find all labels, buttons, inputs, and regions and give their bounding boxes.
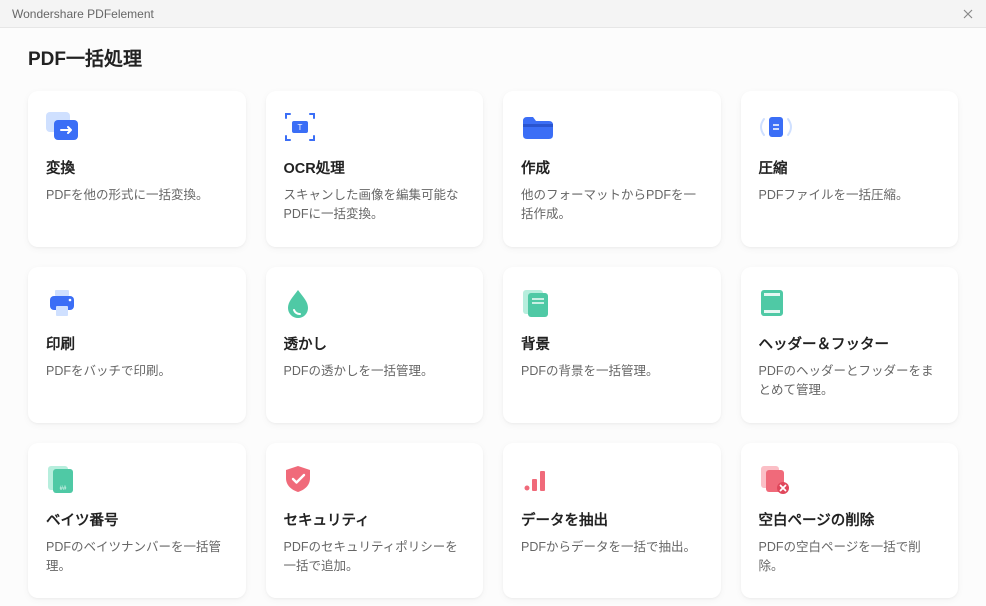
card-security[interactable]: セキュリティ PDFのセキュリティポリシーを一括で追加。 — [266, 443, 484, 599]
card-desc: 他のフォーマットからPDFを一括作成。 — [521, 186, 703, 225]
header-footer-icon — [759, 287, 795, 319]
card-extract[interactable]: データを抽出 PDFからデータを一括で抽出。 — [503, 443, 721, 599]
card-create[interactable]: 作成 他のフォーマットからPDFを一括作成。 — [503, 91, 721, 247]
card-desc: PDFの背景を一括管理。 — [521, 362, 703, 381]
card-title: 作成 — [521, 157, 703, 178]
card-grid: 変換 PDFを他の形式に一括変換。 T OCR処理 スキャンした画像を編集可能な… — [28, 91, 958, 598]
card-watermark[interactable]: 透かし PDFの透かしを一括管理。 — [266, 267, 484, 423]
window-title: Wondershare PDFelement — [12, 7, 154, 21]
card-desc: スキャンした画像を編集可能なPDFに一括変換。 — [284, 186, 466, 225]
card-title: セキュリティ — [284, 509, 466, 530]
card-title: 空白ページの削除 — [759, 509, 941, 530]
card-title: ベイツ番号 — [46, 509, 228, 530]
print-icon — [46, 287, 82, 319]
card-convert[interactable]: 変換 PDFを他の形式に一括変換。 — [28, 91, 246, 247]
card-blank-delete[interactable]: 空白ページの削除 PDFの空白ページを一括で削除。 — [741, 443, 959, 599]
card-header-footer[interactable]: ヘッダー＆フッター PDFのヘッダーとフッダーをまとめて管理。 — [741, 267, 959, 423]
card-title: 圧縮 — [759, 157, 941, 178]
card-title: 透かし — [284, 333, 466, 354]
card-title: OCR処理 — [284, 157, 466, 178]
card-title: 印刷 — [46, 333, 228, 354]
card-compress[interactable]: 圧縮 PDFファイルを一括圧縮。 — [741, 91, 959, 247]
card-desc: PDFをバッチで印刷。 — [46, 362, 228, 381]
card-title: ヘッダー＆フッター — [759, 333, 941, 354]
titlebar: Wondershare PDFelement — [0, 0, 986, 28]
card-desc: PDFの透かしを一括管理。 — [284, 362, 466, 381]
extract-icon — [521, 463, 557, 495]
card-print[interactable]: 印刷 PDFをバッチで印刷。 — [28, 267, 246, 423]
svg-text:##: ## — [60, 486, 67, 492]
close-icon[interactable] — [958, 4, 978, 24]
bates-icon: ## — [46, 463, 82, 495]
compress-icon — [759, 111, 795, 143]
create-icon — [521, 111, 557, 143]
card-desc: PDFのセキュリティポリシーを一括で追加。 — [284, 538, 466, 577]
card-title: データを抽出 — [521, 509, 703, 530]
card-desc: PDFファイルを一括圧縮。 — [759, 186, 941, 205]
card-title: 背景 — [521, 333, 703, 354]
card-desc: PDFからデータを一括で抽出。 — [521, 538, 703, 557]
card-desc: PDFのヘッダーとフッダーをまとめて管理。 — [759, 362, 941, 401]
page-title: PDF一括処理 — [28, 44, 958, 71]
card-title: 変換 — [46, 157, 228, 178]
background-icon — [521, 287, 557, 319]
card-desc: PDFのベイツナンバーを一括管理。 — [46, 538, 228, 577]
watermark-icon — [284, 287, 320, 319]
ocr-icon: T — [284, 111, 320, 143]
card-bates[interactable]: ## ベイツ番号 PDFのベイツナンバーを一括管理。 — [28, 443, 246, 599]
blank-delete-icon — [759, 463, 795, 495]
card-desc: PDFを他の形式に一括変換。 — [46, 186, 228, 205]
convert-icon — [46, 111, 82, 143]
card-background[interactable]: 背景 PDFの背景を一括管理。 — [503, 267, 721, 423]
card-ocr[interactable]: T OCR処理 スキャンした画像を編集可能なPDFに一括変換。 — [266, 91, 484, 247]
security-icon — [284, 463, 320, 495]
card-desc: PDFの空白ページを一括で削除。 — [759, 538, 941, 577]
svg-text:T: T — [297, 123, 302, 132]
content-area: PDF一括処理 変換 PDFを他の形式に一括変換。 T — [0, 28, 986, 606]
